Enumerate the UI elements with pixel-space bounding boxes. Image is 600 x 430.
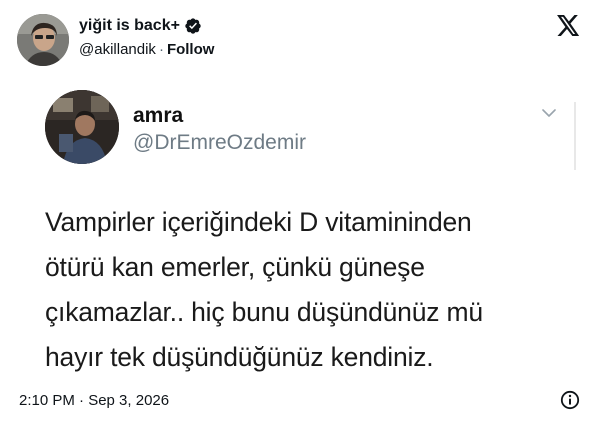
verified-badge-icon bbox=[185, 18, 201, 34]
quoted-author-avatar bbox=[45, 90, 119, 164]
author-handle[interactable]: @akillandik bbox=[79, 41, 156, 58]
quoted-avatar-image bbox=[45, 90, 119, 164]
author-meta: @akillandik · Follow bbox=[79, 41, 214, 58]
quoted-tweet-text: Vampirler içeriğindeki D vitamininden öt… bbox=[45, 200, 565, 380]
author-display-name: yiğit is back+ bbox=[79, 17, 180, 34]
tweet-timestamp[interactable]: 2:10 PM · Sep 3, 2026 bbox=[19, 392, 169, 409]
screenshot-edge-divider bbox=[574, 102, 576, 170]
quoted-display-name: amra bbox=[133, 104, 184, 127]
x-logo-icon[interactable] bbox=[557, 15, 580, 36]
author-avatar[interactable] bbox=[17, 14, 69, 66]
quoted-text-line: hayır tek düşündüğünüz kendiniz. bbox=[45, 342, 434, 372]
chevron-down-icon bbox=[542, 108, 556, 118]
quoted-text-line: Vampirler içeriğindeki D vitamininden bbox=[45, 207, 472, 237]
meta-separator: · bbox=[158, 41, 164, 58]
quoted-handle: @DrEmreOzdemir bbox=[133, 131, 306, 154]
author-avatar-image bbox=[17, 14, 69, 66]
follow-button[interactable]: Follow bbox=[167, 41, 215, 58]
quoted-text-line: çıkamazlar.. hiç bunu düşündünüz mü bbox=[45, 297, 483, 327]
quoted-tweet-screenshot: amra @DrEmreOzdemir Vampirler içeriğinde… bbox=[20, 80, 576, 372]
quoted-text-line: ötürü kan emerler, çünkü güneşe bbox=[45, 252, 425, 282]
info-icon[interactable] bbox=[560, 390, 580, 410]
tweet-embed-card: yiğit is back+ @akillandik · Follow amra… bbox=[0, 0, 600, 430]
author-name[interactable]: yiğit is back+ bbox=[79, 17, 202, 35]
